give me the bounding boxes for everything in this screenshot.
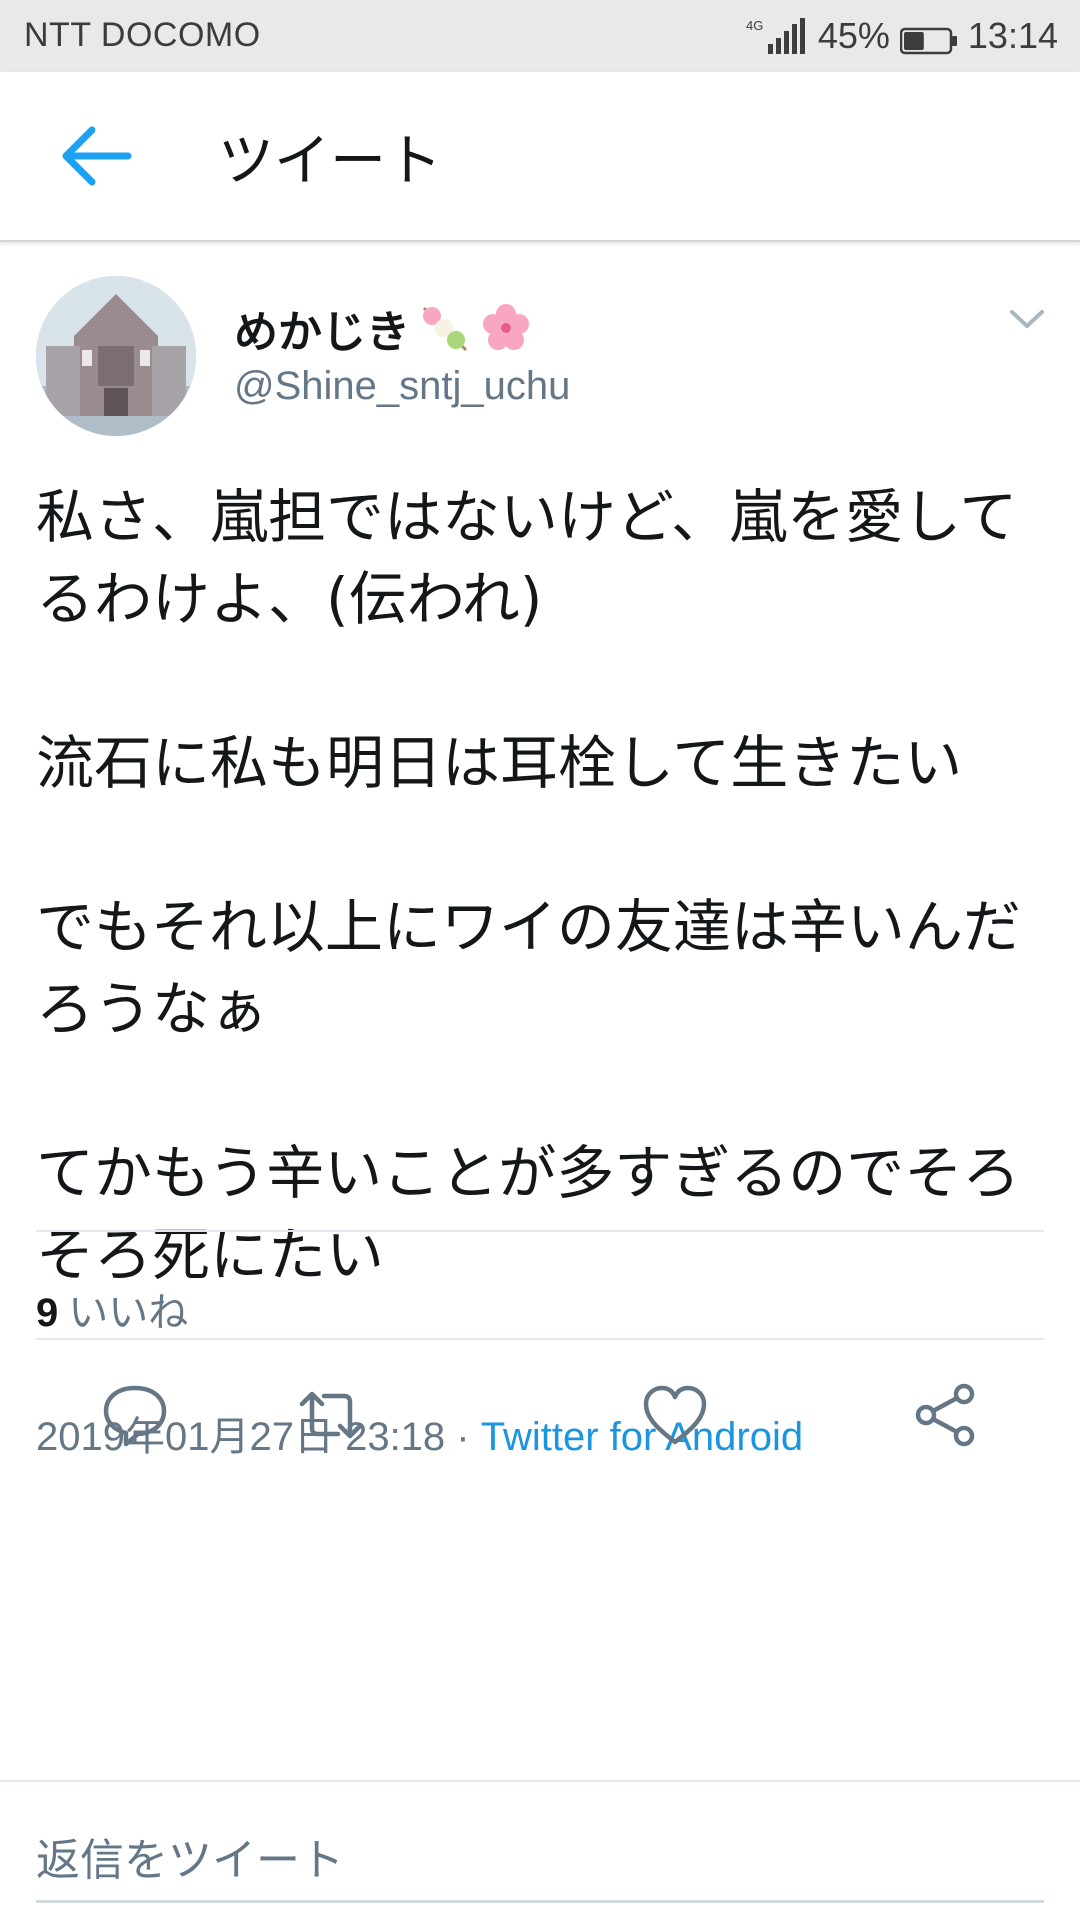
page-title: ツイート xyxy=(218,129,442,194)
reply-input[interactable]: 返信をツイート xyxy=(36,1824,344,1888)
like-button[interactable] xyxy=(640,1382,710,1448)
divider xyxy=(36,1338,1044,1340)
status-bar: NTT DOCOMO 4G 45% 13:14 xyxy=(0,0,1080,72)
avatar[interactable] xyxy=(36,276,196,436)
user-name-row[interactable]: めかじき xyxy=(234,296,534,360)
battery-icon xyxy=(899,22,958,55)
user-handle[interactable]: @Shine_sntj_uchu xyxy=(234,364,570,409)
status-indicators: 4G 45% 13:14 xyxy=(746,12,1058,60)
clock: 13:14 xyxy=(967,15,1058,56)
carrier-name: NTT DOCOMO xyxy=(24,16,261,54)
battery-percent: 45% xyxy=(817,15,890,56)
tweet-text: 私さ、嵐担ではないけど、嵐を愛してるわけよ、(伝われ) 流石に私も明日は耳栓して… xyxy=(36,483,1021,1289)
reply-icon xyxy=(103,1385,167,1447)
cherry-blossom-icon xyxy=(478,300,534,356)
dango-icon xyxy=(416,300,472,356)
retweet-button[interactable] xyxy=(296,1382,366,1448)
retweet-icon xyxy=(299,1391,363,1439)
like-icon xyxy=(643,1385,707,1445)
tweet-menu-button[interactable] xyxy=(1006,304,1048,334)
reply-input-underline xyxy=(36,1900,1044,1903)
arrow-left-icon xyxy=(62,126,132,186)
likes-count: 9 xyxy=(36,1291,59,1335)
divider xyxy=(36,1230,1044,1232)
display-name: めかじき xyxy=(234,307,410,358)
likes-summary[interactable]: 9 いいね xyxy=(36,1280,188,1338)
likes-label: いいね xyxy=(68,1290,189,1336)
reply-button[interactable] xyxy=(100,1382,170,1448)
reply-compose-bar: 返信をツイート xyxy=(0,1780,1080,1922)
chevron-down-icon xyxy=(1010,310,1044,328)
app-bar: ツイート xyxy=(0,72,1080,242)
signal-icon: 4G xyxy=(746,16,808,56)
share-icon xyxy=(915,1383,975,1447)
tweet-actions xyxy=(0,1356,1080,1476)
back-button[interactable] xyxy=(48,116,144,196)
share-button[interactable] xyxy=(910,1382,980,1448)
network-type-label: 4G xyxy=(746,18,763,33)
